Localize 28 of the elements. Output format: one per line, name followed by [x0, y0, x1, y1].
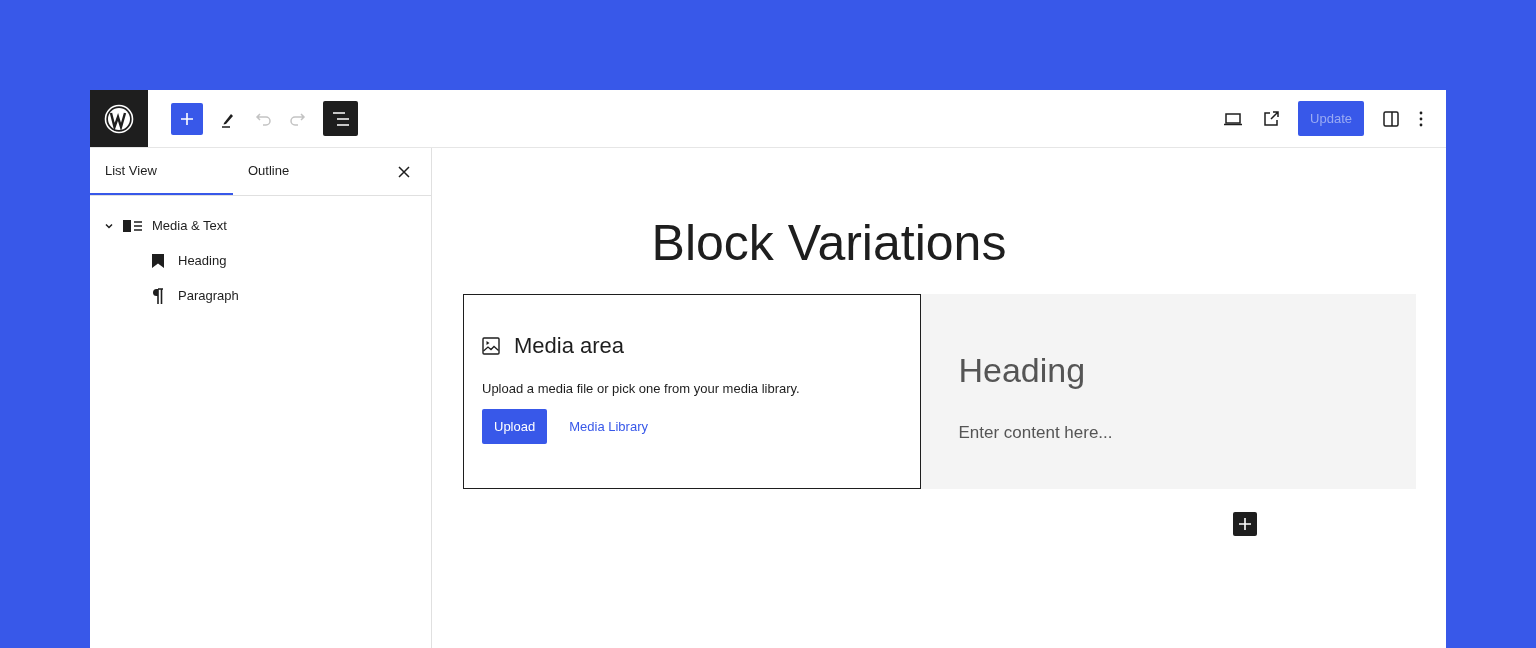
sidebar-tab[interactable]: Outline: [233, 148, 376, 195]
paragraph-icon: [152, 287, 164, 304]
more-options-icon[interactable]: [1418, 109, 1424, 128]
list-item-label[interactable]: Media & Text: [152, 218, 227, 233]
wordpress-logo[interactable]: [90, 90, 148, 147]
list-view-button[interactable]: [323, 101, 358, 136]
plus-icon: [180, 111, 194, 126]
media-instructions: Upload a media file or pick one from your media library.: [482, 381, 801, 396]
media-text-icon: [123, 219, 143, 232]
media-library-link[interactable]: Media Library: [569, 419, 648, 434]
bookmark-icon: [152, 253, 164, 268]
add-block-button[interactable]: [1233, 512, 1257, 536]
plus-icon: [1239, 518, 1251, 530]
paragraph-placeholder[interactable]: Enter content here...: [958, 423, 1378, 443]
list-item-label[interactable]: Heading: [178, 253, 227, 268]
sidebar-toggle-icon[interactable]: [1381, 108, 1401, 129]
media-area-title: Media area: [514, 333, 625, 359]
add-block-button[interactable]: [171, 102, 203, 135]
image-icon: [482, 337, 500, 355]
upload-button[interactable]: Upload: [482, 409, 548, 444]
close-icon[interactable]: [398, 165, 410, 178]
list-item-label[interactable]: Paragraph: [178, 288, 239, 303]
sidebar-tab[interactable]: List View: [90, 148, 233, 195]
list-view-icon: [330, 110, 351, 127]
heading-text[interactable]: Heading: [958, 351, 1378, 390]
wordpress-logo-icon: [104, 103, 134, 134]
post-title[interactable]: Block Variations: [463, 214, 1195, 272]
external-link-icon[interactable]: [1261, 108, 1282, 129]
